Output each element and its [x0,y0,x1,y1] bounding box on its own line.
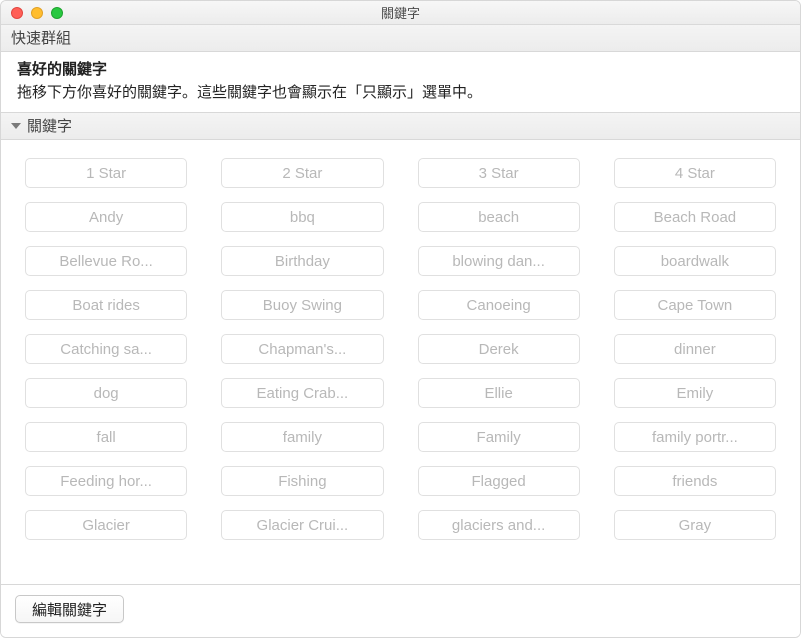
keyword-button[interactable]: Flagged [418,466,580,496]
keyword-label: 2 Star [230,165,374,182]
keyword-button[interactable]: fall [25,422,187,452]
keyword-button[interactable]: Boat rides [25,290,187,320]
keyword-label: Ellie [427,385,571,402]
keyword-label: Birthday [230,253,374,270]
keyword-button[interactable]: friends [614,466,776,496]
keyword-button[interactable]: Beach Road [614,202,776,232]
keyword-label: beach [427,209,571,226]
section-label: 關鍵字 [27,115,72,136]
keyword-label: fall [34,429,178,446]
keyword-button[interactable]: blowing dan... [418,246,580,276]
keyword-button[interactable]: 4 Star [614,158,776,188]
keyword-label: 1 Star [34,165,178,182]
keyword-label: Chapman's... [230,341,374,358]
keyword-button[interactable]: Ellie [418,378,580,408]
keyword-label: Boat rides [34,297,178,314]
disclosure-triangle-icon[interactable] [11,123,21,129]
edit-keywords-label: 編輯關鍵字 [32,599,107,620]
minimize-icon[interactable] [31,7,43,19]
keyword-label: family [230,429,374,446]
keyword-label: family portr... [623,429,767,446]
keyword-button[interactable]: dinner [614,334,776,364]
quick-group-bar: 快速群組 [1,25,800,52]
keyword-label: Catching sa... [34,341,178,358]
zoom-icon[interactable] [51,7,63,19]
keyword-button[interactable]: Chapman's... [221,334,383,364]
keyword-label: Emily [623,385,767,402]
keyword-button[interactable]: glaciers and... [418,510,580,540]
keyword-label: Beach Road [623,209,767,226]
keyword-button[interactable]: Canoeing [418,290,580,320]
keyword-button[interactable]: Buoy Swing [221,290,383,320]
close-icon[interactable] [11,7,23,19]
keyword-label: Derek [427,341,571,358]
keyword-button[interactable]: Cape Town [614,290,776,320]
keyword-button[interactable]: Fishing [221,466,383,496]
keyword-label: glaciers and... [427,517,571,534]
keyword-label: Gray [623,517,767,534]
keyword-button[interactable]: Eating Crab... [221,378,383,408]
keyword-button[interactable]: Derek [418,334,580,364]
keyword-button[interactable]: Bellevue Ro... [25,246,187,276]
keywords-section-header[interactable]: 關鍵字 [1,112,800,140]
keyword-button[interactable]: boardwalk [614,246,776,276]
keyword-button[interactable]: Catching sa... [25,334,187,364]
keyword-button[interactable]: Family [418,422,580,452]
traffic-lights [1,7,63,19]
keyword-label: 3 Star [427,165,571,182]
keyword-label: boardwalk [623,253,767,270]
keyword-label: Fishing [230,473,374,490]
keyword-button[interactable]: Glacier Crui... [221,510,383,540]
keyword-label: Glacier Crui... [230,517,374,534]
keyword-label: Flagged [427,473,571,490]
keyword-label: Feeding hor... [34,473,178,490]
keyword-button[interactable]: Feeding hor... [25,466,187,496]
keyword-label: Family [427,429,571,446]
window-frame: 關鍵字 快速群組 喜好的關鍵字 拖移下方你喜好的關鍵字。這些關鍵字也會顯示在「只… [0,0,801,638]
edit-keywords-button[interactable]: 編輯關鍵字 [15,595,124,623]
favorites-header: 喜好的關鍵字 拖移下方你喜好的關鍵字。這些關鍵字也會顯示在「只顯示」選單中。 [1,52,800,112]
keyword-button[interactable]: 3 Star [418,158,580,188]
keyword-button[interactable]: 2 Star [221,158,383,188]
keyword-label: Bellevue Ro... [34,253,178,270]
keyword-button[interactable]: Gray [614,510,776,540]
keyword-label: Glacier [34,517,178,534]
keyword-button[interactable]: 1 Star [25,158,187,188]
keyword-label: Andy [34,209,178,226]
footer-bar: 編輯關鍵字 [1,584,800,637]
favorites-subtitle: 拖移下方你喜好的關鍵字。這些關鍵字也會顯示在「只顯示」選單中。 [17,81,784,102]
keyword-button[interactable]: Emily [614,378,776,408]
keyword-label: Cape Town [623,297,767,314]
keyword-label: Canoeing [427,297,571,314]
keyword-label: bbq [230,209,374,226]
keywords-grid: 1 Star 2 Star 3 Star 4 Star Andy bbq beach Beac… [25,158,776,540]
window-title: 關鍵字 [1,3,800,22]
keyword-button[interactable]: Birthday [221,246,383,276]
keyword-button[interactable]: Andy [25,202,187,232]
keyword-label: 4 Star [623,165,767,182]
keywords-scroll-area: 1 Star 2 Star 3 Star 4 Star Andy bbq beach Beac… [1,140,800,584]
keyword-button[interactable]: family [221,422,383,452]
quick-group-label: 快速群組 [11,30,71,47]
keyword-label: dinner [623,341,767,358]
keyword-label: Buoy Swing [230,297,374,314]
keyword-button[interactable]: Glacier [25,510,187,540]
keyword-button[interactable]: dog [25,378,187,408]
keyword-label: Eating Crab... [230,385,374,402]
keyword-label: friends [623,473,767,490]
favorites-title: 喜好的關鍵字 [17,58,784,79]
keyword-button[interactable]: bbq [221,202,383,232]
keyword-button[interactable]: beach [418,202,580,232]
keyword-button[interactable]: family portr... [614,422,776,452]
titlebar: 關鍵字 [1,1,800,25]
keyword-label: blowing dan... [427,253,571,270]
keyword-label: dog [34,385,178,402]
